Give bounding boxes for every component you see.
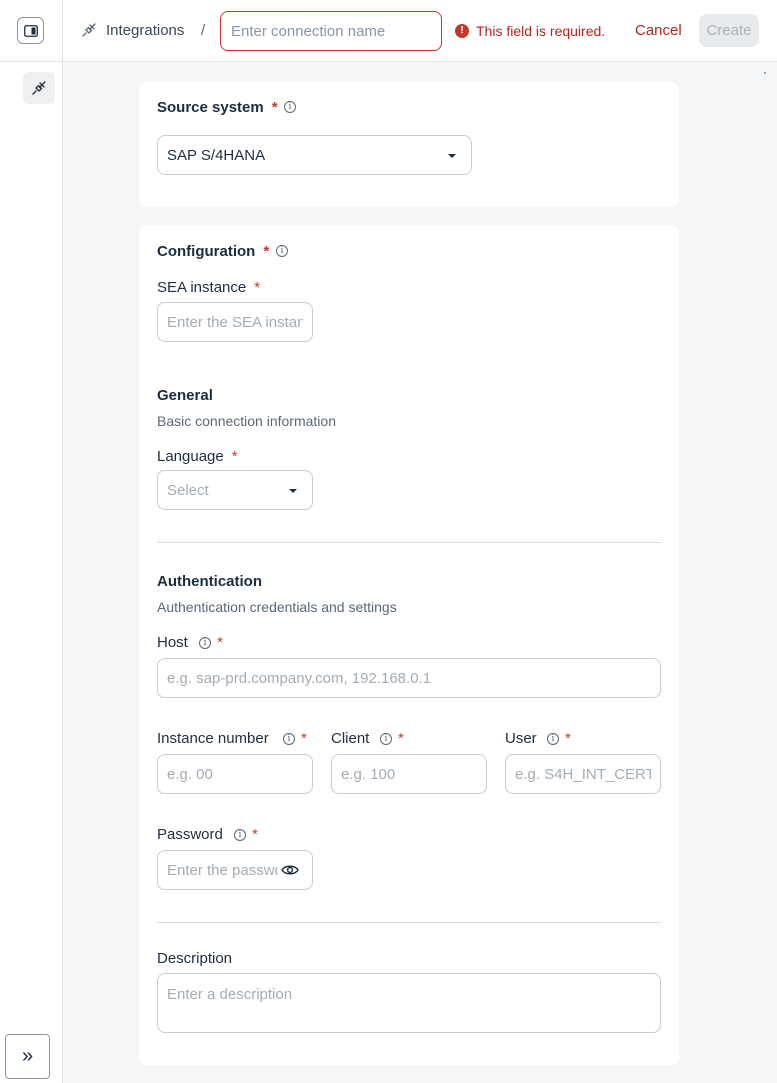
password-label: Password	[157, 826, 223, 843]
general-section-title: General	[157, 387, 213, 404]
info-icon[interactable]: i	[547, 733, 559, 745]
plug-icon	[82, 23, 96, 37]
breadcrumb-integrations[interactable]: Integrations	[106, 22, 184, 39]
sidebar-item-integrations[interactable]	[23, 72, 55, 104]
required-marker: *	[565, 730, 571, 747]
sea-instance-input[interactable]	[157, 302, 313, 342]
client-input[interactable]	[331, 754, 487, 794]
required-marker: *	[252, 826, 258, 843]
error-icon: !	[455, 24, 469, 38]
source-system-select[interactable]: SAP S/4HANA	[157, 135, 472, 175]
general-section-subtitle: Basic connection information	[157, 413, 336, 429]
description-textarea[interactable]	[157, 973, 661, 1033]
info-icon[interactable]: i	[283, 733, 295, 745]
required-marker: *	[217, 634, 223, 651]
top-bar: Integrations / ! This field is required.…	[0, 0, 777, 62]
connection-name-input[interactable]	[220, 11, 442, 51]
create-button[interactable]: Create	[699, 14, 759, 47]
eye-icon[interactable]	[281, 864, 299, 876]
language-value: Select	[167, 481, 209, 499]
error-message: This field is required.	[476, 23, 606, 39]
panel-toggle-button[interactable]	[17, 17, 44, 44]
language-select[interactable]: Select	[157, 470, 313, 510]
client-label: Client	[331, 730, 370, 747]
caret-down-icon	[448, 154, 456, 158]
sea-instance-label: SEA instance *	[157, 279, 260, 296]
required-marker: *	[301, 730, 307, 747]
info-icon[interactable]: i	[284, 101, 296, 113]
host-label: Host	[157, 634, 188, 651]
required-marker: *	[254, 279, 261, 296]
required-marker: *	[271, 99, 278, 116]
sidebar-panel-icon	[23, 24, 38, 37]
info-icon[interactable]: i	[199, 637, 211, 649]
cancel-button[interactable]: Cancel	[627, 14, 690, 47]
breadcrumb-separator: /	[201, 22, 206, 39]
required-marker: *	[398, 730, 404, 747]
info-icon[interactable]: i	[380, 733, 392, 745]
divider	[157, 542, 661, 543]
source-system-label-text: Source system	[157, 99, 264, 116]
instance-number-label: Instance number	[157, 730, 269, 747]
required-marker: *	[231, 448, 238, 465]
sea-instance-label-text: SEA instance	[157, 279, 247, 296]
sidebar	[0, 62, 63, 1083]
language-label-text: Language	[157, 448, 224, 465]
host-input[interactable]	[157, 658, 661, 698]
plug-icon	[32, 81, 46, 95]
scrollbar[interactable]	[764, 72, 766, 74]
description-label: Description	[157, 950, 233, 967]
source-system-label: Source system *	[157, 99, 278, 116]
info-icon[interactable]: i	[276, 245, 288, 257]
language-label: Language *	[157, 448, 238, 465]
user-label: User	[505, 730, 537, 747]
caret-down-icon	[289, 489, 297, 493]
expand-sidebar-button[interactable]: »	[5, 1034, 50, 1079]
divider	[157, 922, 661, 923]
required-marker: *	[263, 243, 270, 260]
authentication-section-title: Authentication	[157, 573, 262, 590]
configuration-label-text: Configuration	[157, 243, 256, 260]
source-system-value: SAP S/4HANA	[167, 146, 266, 164]
authentication-section-subtitle: Authentication credentials and settings	[157, 599, 397, 615]
user-input[interactable]	[505, 754, 661, 794]
instance-number-input[interactable]	[157, 754, 313, 794]
configuration-label: Configuration *	[157, 243, 269, 260]
info-icon[interactable]: i	[234, 829, 246, 841]
